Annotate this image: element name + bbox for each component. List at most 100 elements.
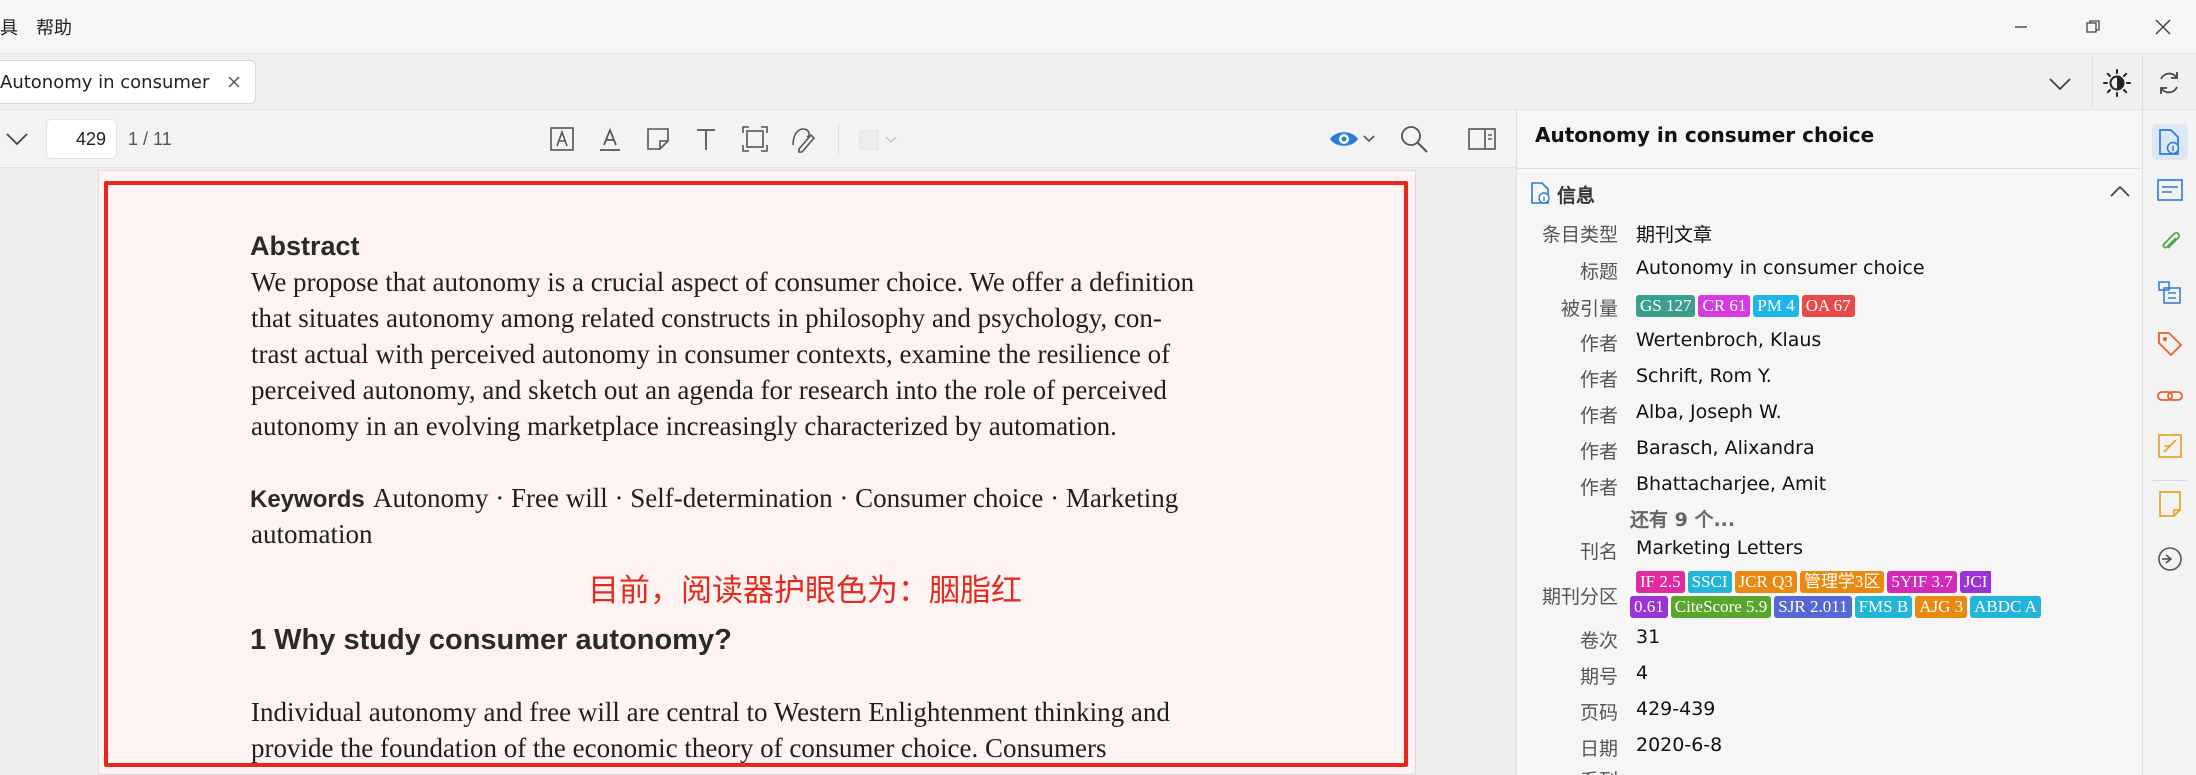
note-page-icon[interactable] — [2156, 490, 2184, 518]
citation-badges: GS 127 CR 61 PM 4 OA 67 — [1636, 294, 1858, 317]
close-window-icon[interactable] — [2148, 12, 2178, 42]
reader-toolbar: 1 / 11 — [0, 110, 1516, 168]
issue-value[interactable]: 4 — [1636, 662, 1648, 684]
badge-jci: JCI — [1959, 571, 1992, 593]
eye-care-icon[interactable] — [1328, 123, 1378, 155]
badge-ajg: AJG 3 — [1915, 596, 1968, 618]
body-line: provide the foundation of the economic t… — [251, 733, 1107, 763]
info-section-header[interactable]: 信息 — [1529, 178, 2131, 209]
close-icon[interactable] — [221, 69, 247, 95]
volume-label: 卷次 — [1579, 630, 1618, 652]
side-nav — [2142, 110, 2196, 775]
item-type-label: 条目类型 — [1541, 224, 1618, 246]
keywords-line: Autonomy · Free will · Self-determinatio… — [373, 483, 1179, 513]
author-value[interactable]: Alba, Joseph W. — [1636, 401, 1782, 423]
abstract-heading: Abstract — [250, 231, 360, 261]
chevron-up-icon[interactable] — [2109, 183, 2131, 202]
item-type-value[interactable]: 期刊文章 — [1636, 220, 1712, 247]
item-pane-title: Autonomy in consumer choice — [1535, 123, 1875, 147]
author-value[interactable]: Schrift, Rom Y. — [1636, 365, 1772, 387]
chevron-down-icon[interactable] — [4, 128, 30, 150]
badge-jcr: JCR Q3 — [1734, 571, 1797, 593]
author-value[interactable]: Bhattacharjee, Amit — [1636, 473, 1826, 495]
volume-value[interactable]: 31 — [1636, 626, 1660, 648]
title-label: 标题 — [1579, 261, 1618, 283]
theme-toggle-icon[interactable] — [2098, 64, 2136, 102]
badge-jci-value: 0.61 — [1630, 596, 1668, 618]
abstract-line: perceived autonomy, and sketch out an ag… — [251, 375, 1167, 405]
info-icon[interactable] — [2152, 124, 2188, 160]
badge-abdc: ABDC A — [1970, 596, 2041, 618]
author-value[interactable]: Barasch, Alixandra — [1636, 437, 1815, 459]
author-label: 作者 — [1579, 441, 1618, 463]
author-value[interactable]: Wertenbroch, Klaus — [1636, 329, 1821, 351]
badge-fms: FMS B — [1854, 596, 1913, 618]
body-line: Individual autonomy and free will are ce… — [251, 697, 1170, 727]
abstract-line: autonomy in an evolving marketplace incr… — [251, 411, 1117, 441]
page-count: 1 / 11 — [128, 129, 172, 149]
badge-oa: OA 67 — [1801, 295, 1855, 317]
image-select-icon[interactable] — [739, 123, 771, 155]
date-value[interactable]: 2020-6-8 — [1636, 734, 1722, 756]
tab-title: Autonomy in consumer choice — [0, 72, 215, 93]
menu-help[interactable]: 帮助 — [36, 14, 72, 40]
journal-label: 刊名 — [1579, 541, 1618, 563]
keywords-label: Keywords — [250, 486, 365, 513]
color-picker-icon — [858, 123, 902, 155]
text-tool-icon[interactable] — [690, 123, 722, 155]
citations-label: 被引量 — [1560, 298, 1618, 320]
tag-icon[interactable] — [2156, 330, 2184, 358]
date-label: 日期 — [1579, 738, 1618, 760]
restore-icon[interactable] — [2078, 12, 2108, 42]
section-heading: 1 Why study consumer autonomy? — [250, 624, 732, 656]
badge-sjr: SJR 2.011 — [1774, 596, 1852, 618]
menu-bar: 具 帮助 — [0, 0, 2196, 53]
rank-badges-row2: 0.61 CiteScore 5.9 SJR 2.011 FMS B AJG 3 ABDC… — [1630, 595, 2044, 618]
libraries-icon[interactable] — [2156, 278, 2184, 306]
draw-icon[interactable] — [787, 123, 819, 155]
author-label: 作者 — [1579, 369, 1618, 391]
badge-if: IF 2.5 — [1636, 571, 1685, 593]
toggle-sidepane-icon[interactable] — [1466, 123, 1498, 155]
author-label: 作者 — [1579, 333, 1618, 355]
badge-cr: CR 61 — [1698, 295, 1751, 317]
rank-badges-row1: IF 2.5 SSCI JCR Q3 管理学3区 5YIF 3.7 JCI — [1636, 570, 1992, 593]
eye-care-notice: 目前，阅读器护眼色为：胭脂红 — [588, 573, 1022, 609]
underline-text-icon[interactable] — [594, 123, 626, 155]
badge-ssci: SSCI — [1687, 571, 1732, 593]
note-icon[interactable] — [642, 123, 674, 155]
search-icon[interactable] — [1398, 123, 1430, 155]
attachment-icon[interactable] — [2156, 228, 2184, 256]
title-value[interactable]: Autonomy in consumer choice — [1636, 257, 1925, 279]
related-icon[interactable] — [2156, 382, 2184, 410]
author-label: 作者 — [1579, 477, 1618, 499]
info-icon — [1529, 181, 1551, 209]
page-number-input[interactable] — [46, 119, 117, 159]
notes-icon[interactable] — [2156, 432, 2184, 460]
pages-value[interactable]: 429-439 — [1636, 698, 1715, 720]
keywords-line: automation — [251, 519, 373, 549]
abstract-icon[interactable] — [2156, 176, 2184, 204]
abstract-line: trast actual with perceived autonomy in … — [251, 339, 1171, 369]
abstract-line: that situates autonomy among related con… — [251, 303, 1162, 333]
more-authors-link[interactable]: 还有 9 个... — [1630, 505, 1735, 532]
sync-icon[interactable] — [2152, 66, 2186, 100]
badge-5yif: 5YIF 3.7 — [1887, 571, 1957, 593]
chevron-down-icon[interactable] — [2044, 68, 2076, 100]
menu-tools[interactable]: 具 — [0, 14, 18, 40]
info-section-title: 信息 — [1557, 185, 1596, 207]
tab-document[interactable]: Autonomy in consumer choice — [0, 60, 256, 104]
journal-rank-label: 期刊分区 — [1541, 586, 1618, 608]
badge-pm: PM 4 — [1753, 295, 1799, 317]
minimize-icon[interactable] — [2006, 12, 2036, 42]
tab-bar: Autonomy in consumer choice — [0, 53, 2196, 111]
pages-label: 页码 — [1579, 702, 1618, 724]
issue-label: 期号 — [1579, 666, 1618, 688]
badge-gs: GS 127 — [1636, 295, 1696, 317]
series-label: 系列 — [1498, 766, 1618, 775]
badge-citescore: CiteScore 5.9 — [1670, 596, 1772, 618]
badge-cas: 管理学3区 — [1799, 571, 1885, 593]
locate-icon[interactable] — [2156, 545, 2184, 573]
highlight-text-icon[interactable] — [546, 123, 578, 155]
journal-value[interactable]: Marketing Letters — [1636, 537, 1803, 559]
